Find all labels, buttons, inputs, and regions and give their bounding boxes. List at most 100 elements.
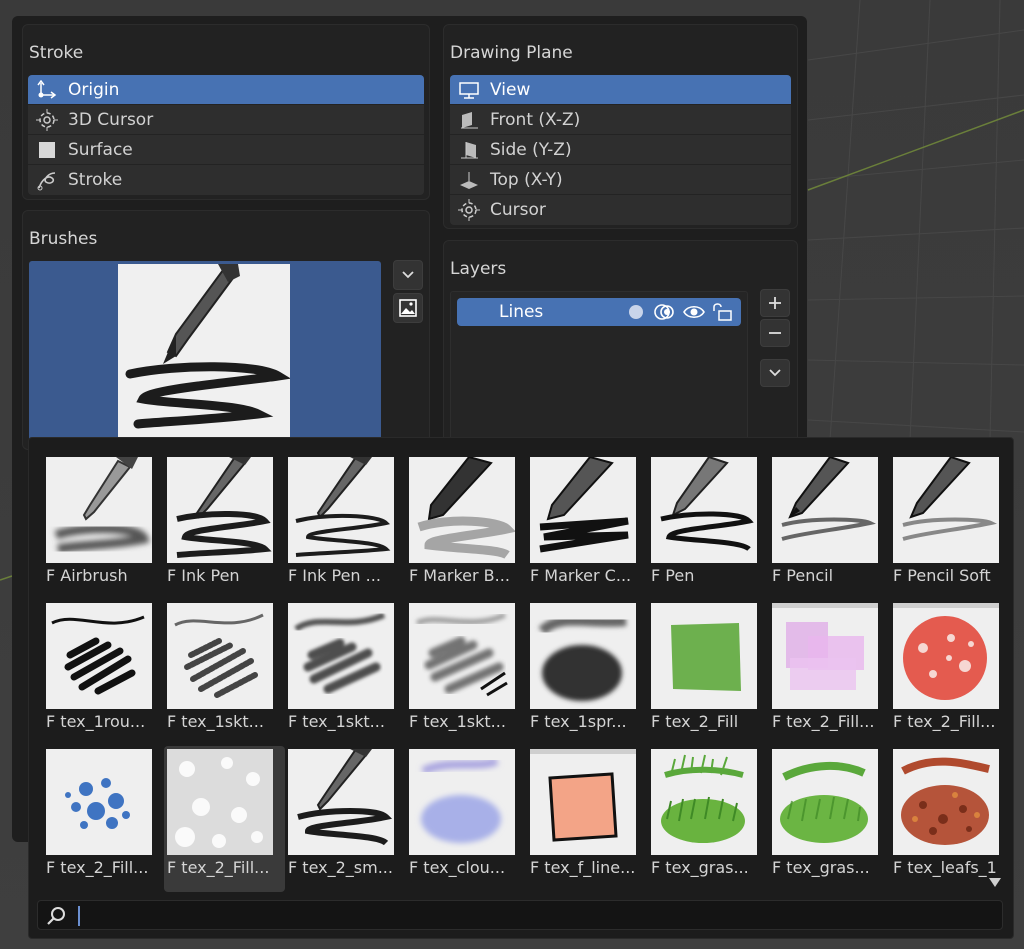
brush-tile[interactable]: F tex_2_Fill: [648, 600, 769, 746]
brush-tile[interactable]: F tex_2_Fill...: [890, 600, 1011, 746]
layer-row[interactable]: Lines: [457, 298, 741, 326]
brush-name: F Marker B...: [409, 566, 510, 585]
brush-thumbnail: [651, 457, 757, 563]
plane-item-front[interactable]: Front (X-Z): [450, 105, 791, 135]
brush-tile[interactable]: F tex_gras...: [648, 746, 769, 892]
brush-tile[interactable]: F Ink Pen ...: [285, 454, 406, 600]
brush-name: F tex_1spr...: [530, 712, 627, 731]
side-plane-icon: [456, 139, 482, 161]
brush-name: F tex_2_Fill...: [772, 712, 875, 731]
brush-thumbnail: [46, 749, 152, 855]
eye-icon[interactable]: [683, 302, 705, 322]
brush-name: F tex_gras...: [651, 858, 749, 877]
brush-thumbnail: [651, 603, 757, 709]
active-brush-preview[interactable]: [29, 261, 381, 447]
brush-tile[interactable]: F tex_gras...: [769, 746, 890, 892]
brush-tile[interactable]: F tex_leafs_1: [890, 746, 1011, 892]
onion-skin-icon[interactable]: [653, 302, 677, 322]
brush-tile-hovered[interactable]: F tex_2_Fill...: [164, 746, 285, 892]
brush-name: F tex_1skt...: [409, 712, 506, 731]
brush-name: F tex_gras...: [772, 858, 870, 877]
brush-tile[interactable]: F tex_1rou...: [43, 600, 164, 746]
brush-name: F tex_2_Fill...: [167, 858, 270, 877]
brush-thumbnail: [893, 749, 999, 855]
stroke-item-origin[interactable]: Origin: [28, 75, 424, 105]
brush-name: F tex_1skt...: [167, 712, 264, 731]
cursor-3d-icon: [34, 108, 60, 131]
brush-tile[interactable]: F Pen: [648, 454, 769, 600]
brush-tile[interactable]: F tex_2_Fill...: [769, 600, 890, 746]
brush-name: F tex_2_sm...: [288, 858, 393, 877]
brush-image-button[interactable]: [393, 293, 423, 323]
brush-thumbnail: [167, 749, 273, 855]
brush-tile[interactable]: F Marker C...: [527, 454, 648, 600]
brush-search-input[interactable]: [82, 903, 982, 927]
remove-layer-button[interactable]: [760, 319, 790, 347]
brush-thumbnail: [772, 749, 878, 855]
brush-thumbnail: [409, 457, 515, 563]
layer-menu-button[interactable]: [760, 359, 790, 387]
layers-title: Layers: [450, 259, 507, 279]
brush-name: F Marker C...: [530, 566, 632, 585]
layer-mask-icon[interactable]: [629, 305, 643, 319]
plane-item-side[interactable]: Side (Y-Z): [450, 135, 791, 165]
brush-name: F Pen: [651, 566, 695, 585]
brush-tile[interactable]: F tex_1spr...: [527, 600, 648, 746]
plane-item-label: Side (Y-Z): [490, 139, 572, 160]
brush-thumbnail: [893, 603, 999, 709]
brush-tile[interactable]: F Ink Pen: [164, 454, 285, 600]
surface-icon: [34, 139, 60, 161]
brush-tile[interactable]: F tex_2_Fill...: [43, 746, 164, 892]
brush-tile[interactable]: F tex_f_line...: [527, 746, 648, 892]
brush-tile[interactable]: F Airbrush: [43, 454, 164, 600]
brush-tile[interactable]: F tex_clou...: [406, 746, 527, 892]
plane-item-label: Front (X-Z): [490, 109, 581, 130]
lock-icon[interactable]: [711, 302, 735, 322]
brush-grid: F Airbrush F Ink Pen F Ink Pen ... F Mar…: [43, 454, 1011, 892]
stroke-icon: [34, 169, 60, 191]
brush-dropdown-button[interactable]: [393, 260, 423, 290]
plane-item-view[interactable]: View: [450, 75, 791, 105]
image-icon: [399, 299, 417, 317]
stroke-list: Origin 3D Cursor Surface Stroke: [28, 75, 424, 195]
stroke-item-label: Stroke: [68, 170, 123, 190]
brush-tile[interactable]: F tex_1skt...: [164, 600, 285, 746]
brush-selector-popup: F Airbrush F Ink Pen F Ink Pen ... F Mar…: [28, 437, 1014, 939]
brush-name: F Ink Pen: [167, 566, 240, 585]
brush-tile[interactable]: F tex_1skt...: [406, 600, 527, 746]
origin-icon: [34, 79, 60, 101]
brush-search-field[interactable]: [37, 900, 1003, 930]
layers-section: Layers Lines: [443, 240, 798, 455]
chevron-down-icon: [402, 271, 414, 279]
scroll-down-icon[interactable]: [989, 878, 1001, 887]
brush-tile[interactable]: F tex_1skt...: [285, 600, 406, 746]
stroke-item-label: Origin: [68, 79, 120, 100]
stroke-item-label: 3D Cursor: [68, 109, 154, 130]
brush-tile[interactable]: F Marker B...: [406, 454, 527, 600]
stroke-item-stroke[interactable]: Stroke: [28, 165, 424, 195]
brush-thumbnail: [530, 749, 636, 855]
brush-thumbnail: [409, 749, 515, 855]
brush-thumbnail: [409, 603, 515, 709]
layers-list: Lines: [450, 291, 748, 451]
brush-name: F tex_clou...: [409, 858, 506, 877]
plane-item-cursor[interactable]: Cursor: [450, 195, 791, 225]
stroke-item-surface[interactable]: Surface: [28, 135, 424, 165]
brush-tile[interactable]: F Pencil Soft: [890, 454, 1011, 600]
brush-thumbnail: [167, 457, 273, 563]
active-brush-thumbnail: [118, 264, 292, 447]
brush-tile[interactable]: F tex_2_sm...: [285, 746, 406, 892]
plane-item-label: Top (X-Y): [490, 169, 563, 190]
text-caret: [78, 906, 80, 926]
add-layer-button[interactable]: [760, 289, 790, 317]
stroke-item-3d-cursor[interactable]: 3D Cursor: [28, 105, 424, 135]
view-icon: [456, 79, 482, 101]
brush-tile[interactable]: F Pencil: [769, 454, 890, 600]
brush-name: F Airbrush: [46, 566, 128, 585]
brush-thumbnail: [288, 749, 394, 855]
layer-name: Lines: [499, 302, 544, 322]
chevron-down-icon: [769, 369, 781, 377]
plane-item-top[interactable]: Top (X-Y): [450, 165, 791, 195]
top-plane-icon: [456, 169, 482, 191]
brush-thumbnail: [772, 457, 878, 563]
